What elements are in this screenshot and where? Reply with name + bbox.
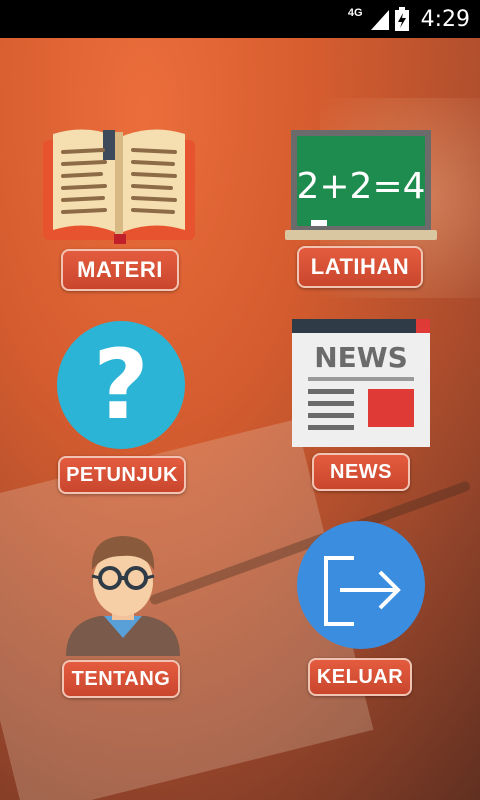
question-icon[interactable]: ? — [56, 320, 186, 450]
menu-item-latihan[interactable]: 2+2=4 LATIHAN — [280, 130, 440, 296]
materi-button[interactable]: MATERI — [61, 249, 179, 291]
materi-label: MATERI — [77, 257, 163, 282]
menu-item-tentang[interactable]: TENTANG — [58, 526, 188, 698]
book-icon[interactable] — [43, 126, 195, 244]
keluar-button[interactable]: KELUAR — [308, 658, 412, 696]
news-paper-text: NEWS — [314, 341, 408, 374]
petunjuk-button[interactable]: PETUNJUK — [58, 456, 186, 494]
tentang-label: TENTANG — [71, 667, 171, 690]
menu-item-petunjuk[interactable]: ? PETUNJUK — [52, 320, 192, 494]
tentang-button[interactable]: TENTANG — [62, 660, 180, 698]
person-icon[interactable] — [60, 526, 186, 656]
petunjuk-label: PETUNJUK — [66, 463, 178, 486]
news-label: NEWS — [330, 460, 392, 483]
battery-icon — [394, 7, 409, 31]
network-type: 4G — [347, 7, 363, 19]
keluar-label: KELUAR — [316, 665, 404, 688]
chalkboard-icon[interactable]: 2+2=4 — [285, 130, 437, 240]
menu-item-news[interactable]: NEWS NEWS — [290, 319, 430, 491]
board-text: 2+2=4 — [296, 166, 425, 207]
clock: 4:29 — [420, 6, 470, 32]
exit-icon[interactable] — [296, 520, 426, 650]
signal-icon — [370, 10, 389, 30]
menu-item-materi[interactable]: MATERI — [40, 126, 200, 296]
latihan-button[interactable]: LATIHAN — [297, 246, 423, 288]
status-bar: 4G 4:29 — [0, 0, 480, 38]
menu-item-keluar[interactable]: KELUAR — [294, 520, 428, 696]
question-glyph: ? — [93, 329, 149, 441]
newspaper-icon[interactable]: NEWS — [292, 319, 430, 447]
latihan-label: LATIHAN — [310, 254, 410, 279]
main-menu-screen: MATERI 2+2=4 LATIHAN ? PETUNJUK NEWS NEW… — [0, 38, 480, 800]
news-button[interactable]: NEWS — [312, 453, 410, 491]
